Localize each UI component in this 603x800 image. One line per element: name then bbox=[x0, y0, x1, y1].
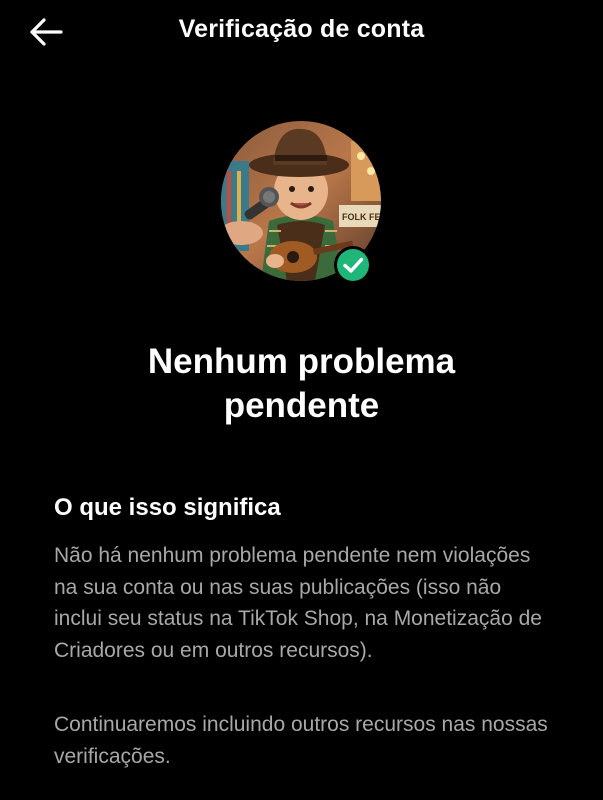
status-heading-line-2: pendente bbox=[223, 386, 380, 425]
festival-sign-text: FOLK FES bbox=[342, 212, 381, 222]
check-circle-icon bbox=[334, 246, 372, 284]
avatar-container: FOLK FES bbox=[221, 121, 381, 284]
description-paragraph: Não há nenhum problema pendente nem viol… bbox=[54, 544, 542, 662]
section-title: O que isso significa bbox=[54, 494, 281, 521]
top-bar: Verificação de conta bbox=[0, 0, 603, 64]
page-title: Verificação de conta bbox=[178, 15, 425, 43]
status-heading-line-1: Nenhum problema bbox=[147, 342, 456, 381]
verified-badge bbox=[333, 245, 373, 285]
status-heading: Nenhum problema pendente bbox=[0, 340, 603, 428]
followup-paragraph: Continuaremos incluindo outros recursos … bbox=[54, 713, 548, 768]
